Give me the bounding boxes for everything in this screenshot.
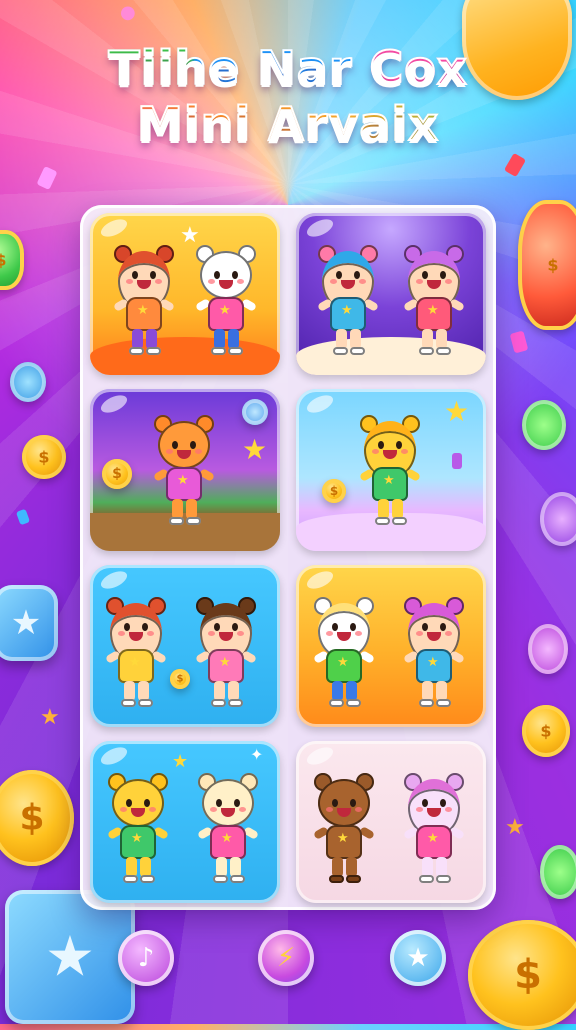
swirl-candy-icon xyxy=(528,624,568,674)
star-icon: ✦ xyxy=(250,745,264,764)
sparkle-icon: ★ xyxy=(180,223,200,248)
girl-bluehair-icon xyxy=(316,245,380,361)
confetti-icon xyxy=(503,152,527,178)
music-icon: ♪ xyxy=(137,943,155,973)
sparkle-icon: ● xyxy=(120,2,136,23)
bear-brown-icon xyxy=(312,773,376,889)
level-card-4[interactable]: ★ xyxy=(296,389,486,551)
level-card-1[interactable]: ★ xyxy=(90,213,280,375)
title-line-2: Mini Arvaix xyxy=(0,96,576,152)
magic-button[interactable]: ⚡ xyxy=(258,930,314,986)
girl-redhair-icon xyxy=(112,245,176,361)
swirl-candy-icon xyxy=(540,845,576,899)
shine xyxy=(304,743,336,769)
sparkle-icon: ★ xyxy=(505,815,525,840)
bear-yellow-icon xyxy=(106,773,170,889)
shine xyxy=(304,567,336,593)
star-icon: ★ xyxy=(444,395,470,428)
swirl-candy-icon xyxy=(540,492,576,546)
confetti-icon xyxy=(15,508,31,526)
star-cube-icon xyxy=(5,890,135,1024)
coin-icon xyxy=(0,770,74,866)
coin-icon xyxy=(522,705,570,757)
level-card-3[interactable]: ★ xyxy=(90,389,280,551)
shine xyxy=(304,391,336,417)
shine xyxy=(98,567,130,593)
music-button[interactable]: ♪ xyxy=(118,930,174,986)
shine xyxy=(304,215,336,241)
confetti-icon xyxy=(36,165,58,191)
gem-icon xyxy=(242,399,268,425)
bear-yellow-icon xyxy=(358,415,422,531)
swirl-candy-icon xyxy=(522,400,566,450)
coin-icon xyxy=(322,479,346,503)
coin-icon xyxy=(170,669,190,689)
sparkle-icon: ★ xyxy=(40,705,60,730)
star-icon: ★ xyxy=(406,943,430,973)
title-line-1: Tiihe Nar Cox xyxy=(0,40,576,96)
level-card-8[interactable] xyxy=(296,741,486,903)
girl-brownhair-icon xyxy=(194,597,258,713)
magic-wand-icon: ⚡ xyxy=(276,943,296,973)
coin-icon xyxy=(102,459,132,489)
star-button[interactable]: ★ xyxy=(390,930,446,986)
girl-pinkhair-icon xyxy=(402,597,466,713)
girl-redhair-icon xyxy=(104,597,168,713)
shine xyxy=(98,743,130,769)
shine xyxy=(98,215,130,241)
girl-pinkhair-icon xyxy=(402,245,466,361)
level-card-7[interactable]: ★ ✦ xyxy=(90,741,280,903)
level-select-board: ★ ★ ★ ★ ★ $ ★ ★ ★ $ ★ $ ★ ★ ★ ★ ★ ✦ ★ ★ … xyxy=(80,205,496,910)
coin-icon xyxy=(0,230,24,290)
game-title: Tiihe Nar Cox Mini Arvaix xyxy=(0,40,576,152)
star-icon: ★ xyxy=(242,433,268,466)
music-note-icon xyxy=(452,453,462,469)
confetti-icon xyxy=(509,330,529,354)
bear-white-icon xyxy=(194,245,258,361)
bear-orange-icon xyxy=(152,415,216,531)
bear-cream-icon xyxy=(196,773,260,889)
level-card-2[interactable] xyxy=(296,213,486,375)
star-cube-icon xyxy=(0,585,58,661)
level-card-5[interactable] xyxy=(90,565,280,727)
coin-icon xyxy=(468,920,576,1030)
shine xyxy=(98,391,130,417)
coin-icon xyxy=(518,200,576,330)
bear-white-icon xyxy=(312,597,376,713)
star-icon: ★ xyxy=(172,751,189,772)
bear-pink-icon xyxy=(402,773,466,889)
gem-icon xyxy=(10,362,46,402)
level-card-6[interactable] xyxy=(296,565,486,727)
coin-icon xyxy=(22,435,66,479)
